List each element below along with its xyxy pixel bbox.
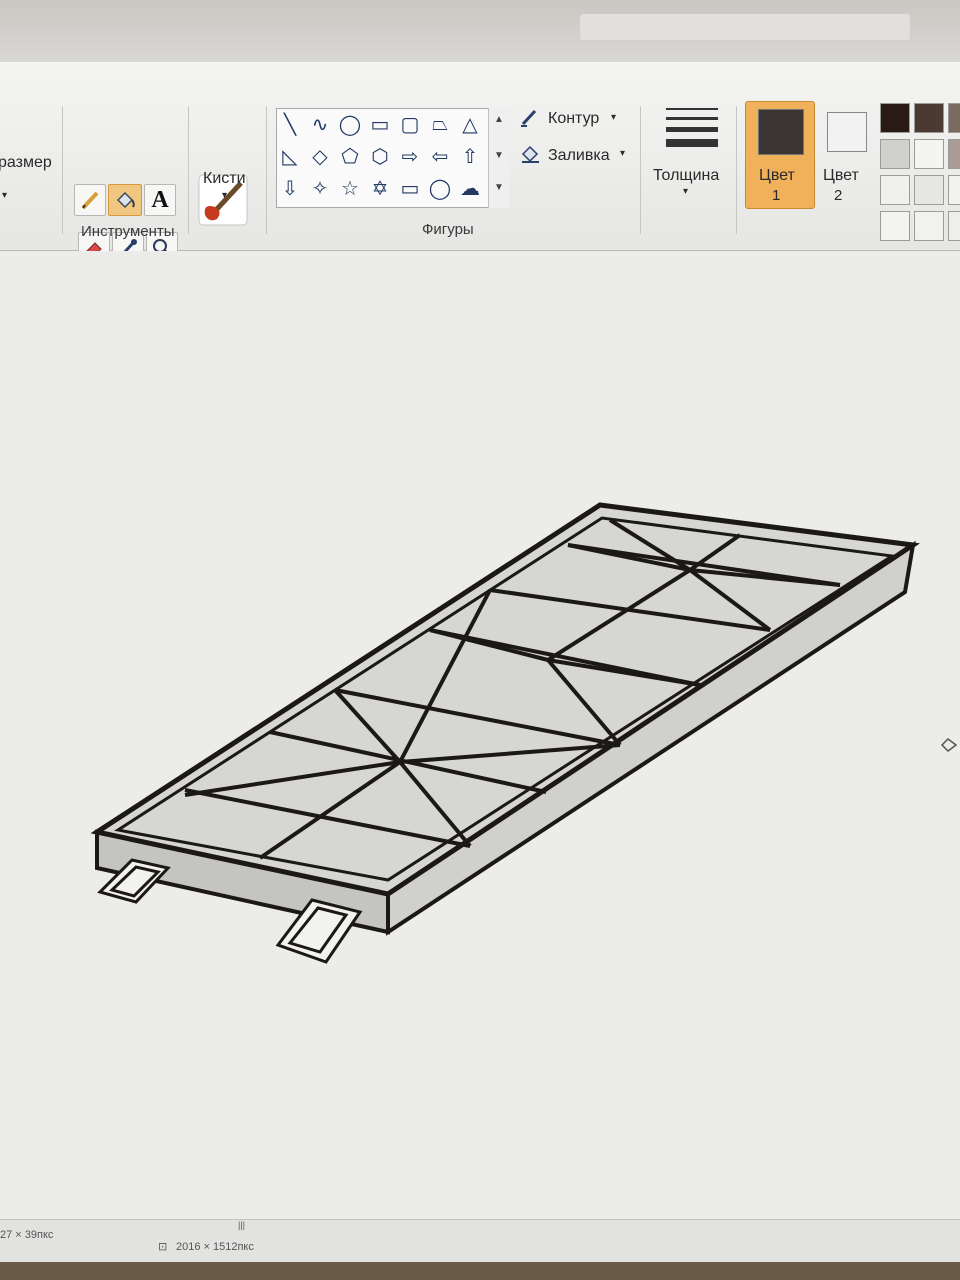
pentagon-shape-icon[interactable]: ⬠ [337,143,363,169]
chevron-down-icon[interactable]: ▾ [683,186,688,197]
paint-window: размер ▾ A Инструменты Кисти ▾ Фигуры Ко… [0,0,960,1262]
palette-swatch[interactable] [948,103,960,133]
fill-bucket-icon [116,191,135,209]
rounded-callout-shape-icon[interactable]: ▭ [397,175,423,201]
palette-swatch[interactable] [948,211,960,241]
pencil-button[interactable] [74,184,106,216]
cloud-callout-shape-icon[interactable]: ☁ [457,175,483,201]
five-point-star-shape-icon[interactable]: ☆ [337,175,363,201]
resize-handle-icon[interactable] [940,737,960,753]
image-size: 2016 × 1512пкс [176,1241,254,1253]
color1-number: 1 [772,187,781,204]
palette-swatch[interactable] [880,175,910,205]
palette-swatch[interactable] [880,103,910,133]
chevron-down-icon[interactable]: ▾ [620,148,625,159]
right-triangle-shape-icon[interactable]: ◺ [277,143,303,169]
text-icon: A [151,186,169,213]
palette-swatch[interactable] [914,103,944,133]
oval-callout-shape-icon[interactable]: ◯ [427,175,453,201]
cursor-position: 27 × 39пкс [0,1229,54,1241]
palette-swatch[interactable] [914,139,944,169]
resize-label[interactable]: размер [0,154,52,172]
status-divider-icon: ||| [238,1220,246,1230]
title-strip [580,14,910,40]
rectangle-shape-icon[interactable]: ▭ [367,111,393,137]
chevron-down-icon[interactable]: ▾ [2,190,7,201]
divider [266,106,267,234]
fill-button[interactable] [108,184,142,216]
shapes-gallery: ╲ ∿ ◯ ▭ ▢ ⏢ △ ◺ ◇ ⬠ ⬡ ⇨ ⇦ ⇧ ⇩ ✧ ☆ ✡ ▭ ◯ … [276,108,508,208]
expand-gallery-icon[interactable]: ▼ [489,182,509,193]
palette-swatch[interactable] [948,139,960,169]
six-point-star-shape-icon[interactable]: ✡ [367,175,393,201]
four-point-star-shape-icon[interactable]: ✧ [307,175,333,201]
shapes-group-label: Фигуры [422,221,474,238]
size-label[interactable]: Толщина [653,167,719,185]
divider [736,106,737,234]
palette-swatch[interactable] [914,175,944,205]
selection-size-icon: ⊡ [158,1241,168,1253]
tools-group-label: Инструменты [81,223,175,240]
curve-shape-icon[interactable]: ∿ [307,111,333,137]
outline-icon [521,109,537,127]
text-button[interactable]: A [144,184,176,216]
diamond-shape-icon[interactable]: ◇ [307,143,333,169]
divider [640,106,641,234]
down-arrow-shape-icon[interactable]: ⇩ [277,175,303,201]
oval-shape-icon[interactable]: ◯ [337,111,363,137]
chevron-down-icon[interactable]: ▾ [222,190,227,201]
divider [188,106,189,234]
fill-button[interactable]: Заливка [548,147,610,165]
left-arrow-shape-icon[interactable]: ⇦ [427,143,453,169]
triangle-shape-icon[interactable]: △ [457,111,483,137]
drawing-canvas[interactable] [0,251,960,1219]
up-arrow-shape-icon[interactable]: ⇧ [457,143,483,169]
fill-icon [521,145,539,163]
palette-swatch[interactable] [880,139,910,169]
color1-swatch [758,109,804,155]
outline-button[interactable]: Контур [548,110,599,128]
color1-label: Цвет [759,167,795,184]
palette-swatch[interactable] [914,211,944,241]
color2-number: 2 [834,187,843,204]
color2-label: Цвет [823,167,859,184]
divider [62,106,63,234]
line-shape-icon[interactable]: ╲ [277,111,303,137]
scroll-up-icon[interactable]: ▲ [489,114,509,125]
scroll-down-icon[interactable]: ▼ [489,150,509,161]
status-bar: 27 × 39пкс ||| ⊡ 2016 × 1512пкс [0,1219,960,1262]
polygon-shape-icon[interactable]: ⏢ [427,111,453,137]
truss-frame-drawing [90,502,920,964]
rounded-rectangle-shape-icon[interactable]: ▢ [397,111,423,137]
shapes-scrollbar[interactable]: ▲ ▼ ▼ [488,108,509,208]
palette-swatch[interactable] [948,175,960,205]
palette-swatch[interactable] [880,211,910,241]
pencil-icon [81,191,99,210]
title-bar [0,0,960,62]
right-arrow-shape-icon[interactable]: ⇨ [397,143,423,169]
brushes-label[interactable]: Кисти [203,170,246,188]
size-icon[interactable] [666,108,718,147]
color2-button[interactable] [827,112,867,152]
chevron-down-icon[interactable]: ▾ [611,112,616,123]
hexagon-shape-icon[interactable]: ⬡ [367,143,393,169]
